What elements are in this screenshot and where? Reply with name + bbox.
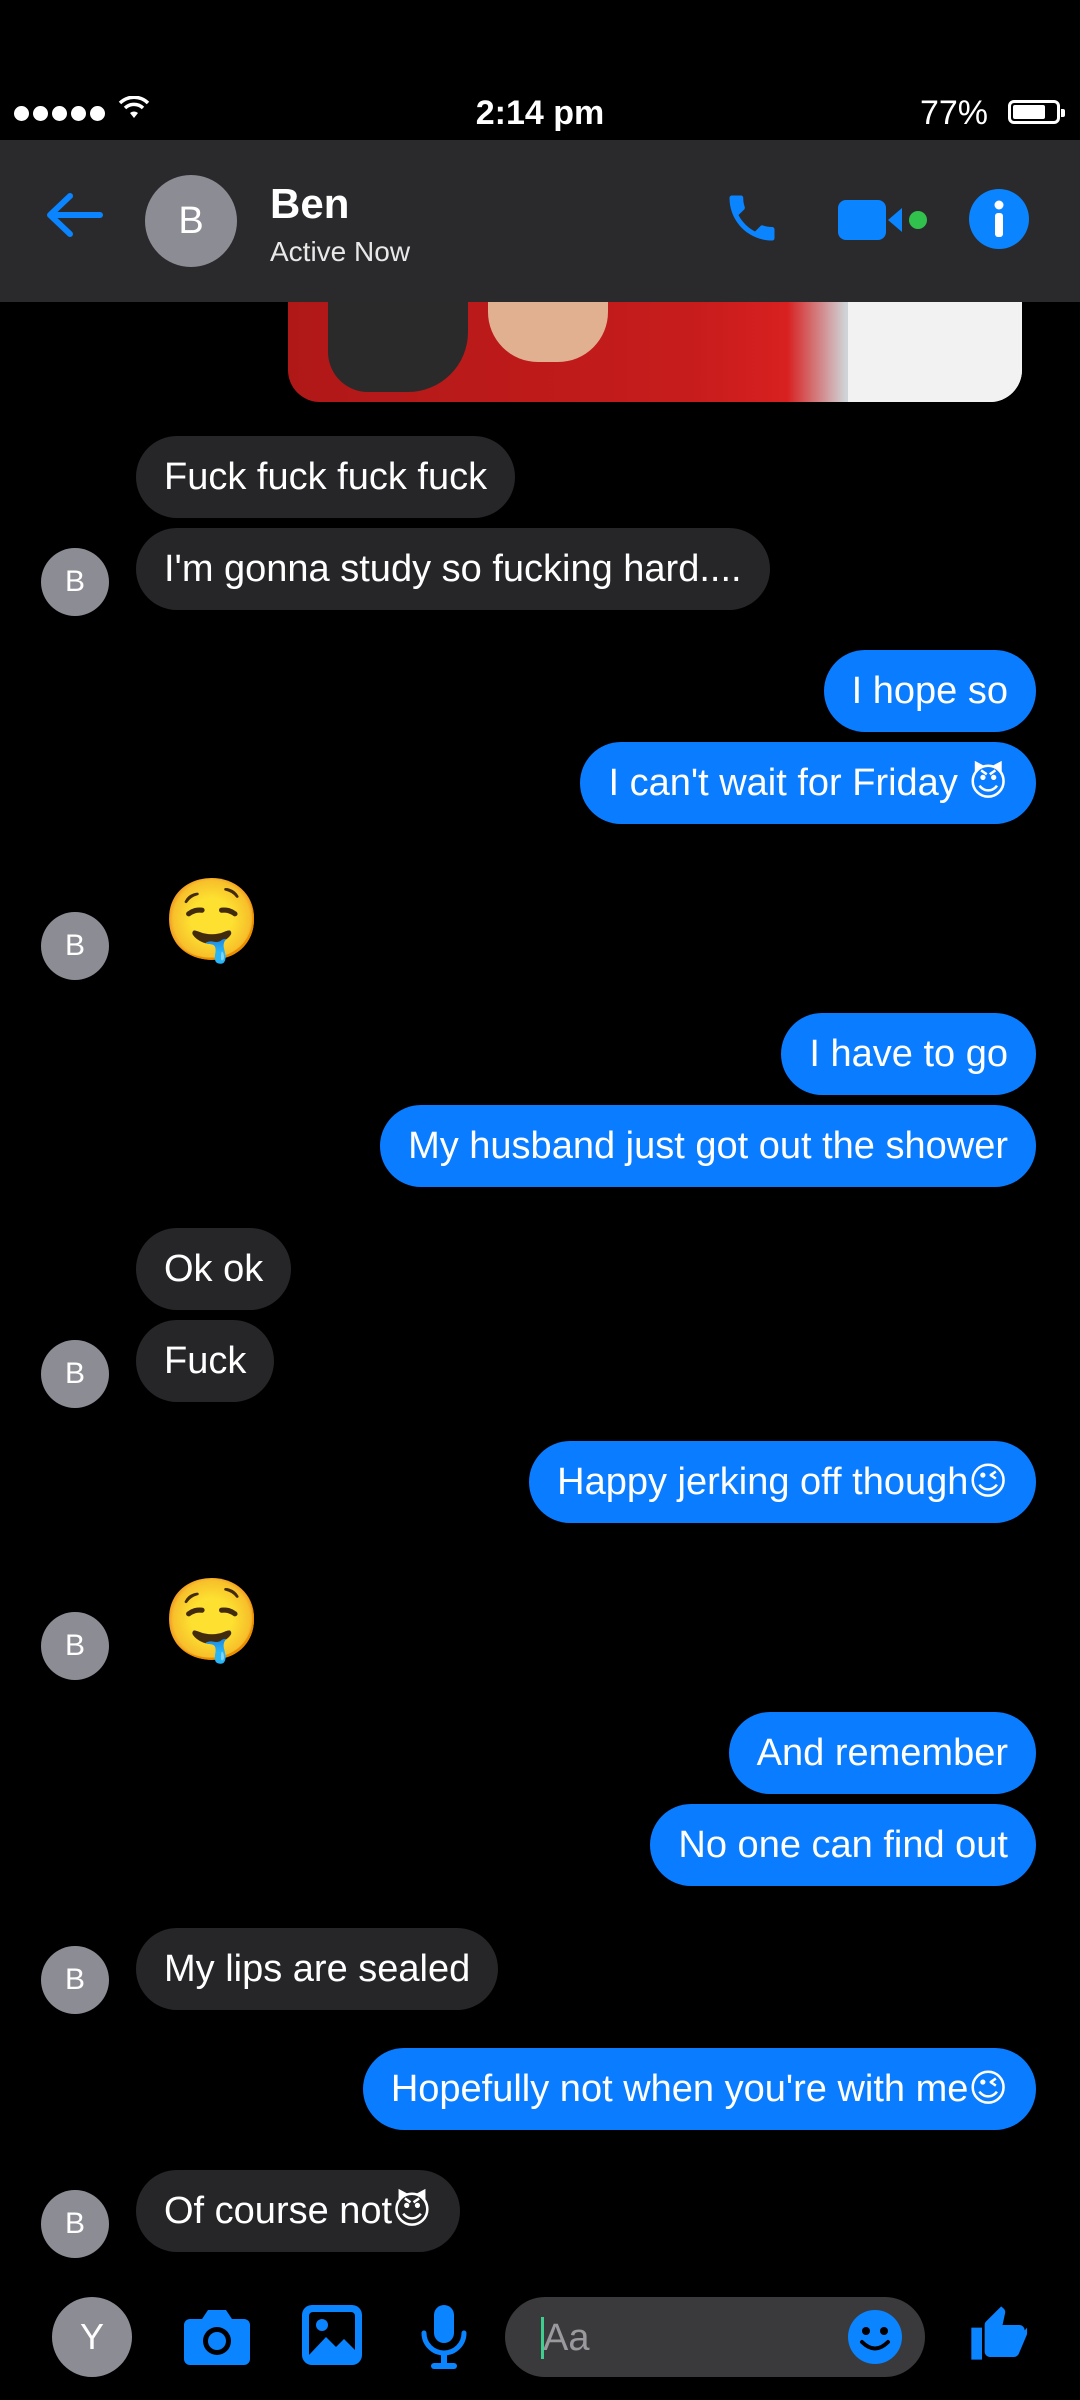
battery-icon: [1008, 100, 1065, 124]
contact-avatar-small[interactable]: B: [41, 912, 109, 980]
message-incoming[interactable]: Fuck fuck fuck fuck: [136, 436, 516, 518]
back-arrow-icon[interactable]: [44, 188, 104, 242]
camera-icon[interactable]: [182, 2305, 252, 2367]
contact-avatar-small[interactable]: B: [41, 1340, 109, 1408]
message-incoming[interactable]: Ok ok: [136, 1228, 292, 1310]
shared-photo[interactable]: [288, 302, 1022, 402]
phone-call-icon[interactable]: [722, 188, 782, 248]
message-incoming[interactable]: Fuck: [136, 1320, 275, 1402]
message-incoming[interactable]: Of course not😈: [136, 2170, 460, 2252]
video-call-icon[interactable]: [836, 196, 932, 244]
contact-avatar-small[interactable]: B: [41, 1946, 109, 2014]
contact-avatar-small[interactable]: B: [41, 548, 109, 616]
status-time: 2:14 pm: [475, 94, 605, 132]
message-emoji[interactable]: 🤤: [162, 1580, 262, 1660]
message-outgoing[interactable]: I can't wait for Friday 😈: [580, 742, 1036, 824]
text-cursor: [541, 2317, 544, 2359]
emoji-icon[interactable]: [847, 2309, 903, 2365]
message-emoji[interactable]: 🤤: [162, 880, 262, 960]
message-outgoing[interactable]: And remember: [728, 1712, 1036, 1794]
message-input-wrapper: [505, 2297, 925, 2379]
battery-percent: 77%: [919, 94, 988, 132]
gallery-icon[interactable]: [300, 2303, 364, 2367]
message-outgoing[interactable]: I have to go: [781, 1013, 1036, 1095]
contact-avatar-small[interactable]: B: [41, 2190, 109, 2258]
message-input[interactable]: [541, 2297, 845, 2379]
message-composer: Y: [0, 2285, 1080, 2400]
message-outgoing[interactable]: My husband just got out the shower: [380, 1105, 1036, 1187]
contact-status: Active Now: [270, 236, 411, 267]
contact-avatar[interactable]: B: [145, 175, 237, 267]
message-incoming[interactable]: I'm gonna study so fucking hard....: [136, 528, 770, 610]
message-outgoing[interactable]: No one can find out: [650, 1804, 1036, 1886]
conversation-header: B Ben Active Now: [0, 140, 1080, 302]
contact-name[interactable]: Ben: [270, 180, 349, 228]
mic-icon[interactable]: [418, 2303, 470, 2371]
info-icon[interactable]: [968, 188, 1030, 250]
status-bar: 2:14 pm 77%: [0, 88, 1080, 138]
user-avatar[interactable]: Y: [52, 2297, 132, 2377]
message-incoming[interactable]: My lips are sealed: [136, 1928, 499, 2010]
message-outgoing[interactable]: Happy jerking off though😉: [529, 1441, 1036, 1523]
message-outgoing[interactable]: I hope so: [823, 650, 1036, 732]
message-outgoing[interactable]: Hopefully not when you're with me😉: [362, 2048, 1036, 2130]
thumbs-up-icon[interactable]: [966, 2301, 1030, 2365]
contact-avatar-small[interactable]: B: [41, 1612, 109, 1680]
